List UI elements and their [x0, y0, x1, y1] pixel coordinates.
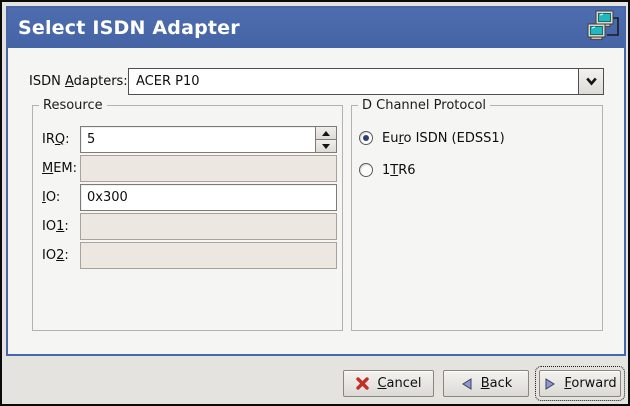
io1-row: IO1:	[42, 213, 337, 240]
radio-button-icon[interactable]	[359, 163, 373, 177]
resource-group: Resource IRQ: MEM: IO: IO1:	[32, 105, 343, 331]
d-channel-protocol-group: D Channel Protocol Euro ISDN (EDSS1) 1TR…	[351, 105, 603, 331]
dialog-content-frame: Select ISDN Adapter ISDN Adapters: ACER …	[6, 6, 626, 356]
d-channel-group-title: D Channel Protocol	[358, 97, 490, 114]
dialog-header: Select ISDN Adapter	[8, 8, 624, 48]
isdn-adapters-label: ISDN Adapters:	[29, 68, 128, 95]
io-label: IO:	[42, 190, 80, 205]
forward-button-label: Forward	[564, 376, 616, 391]
combobox-selected-value[interactable]: ACER P10	[128, 68, 578, 95]
dialog-window: Select ISDN Adapter ISDN Adapters: ACER …	[0, 0, 630, 406]
irq-spinbutton-input[interactable]	[80, 126, 316, 153]
isdn-adapter-combobox[interactable]: ACER P10	[128, 68, 604, 95]
io2-input	[80, 242, 337, 269]
mem-row: MEM:	[42, 155, 337, 182]
radio-button-icon[interactable]	[359, 131, 373, 145]
io2-row: IO2:	[42, 242, 337, 269]
combobox-dropdown-button[interactable]	[578, 68, 604, 95]
radio-option-1tr6[interactable]: 1TR6	[359, 161, 416, 179]
back-button-label: Back	[481, 376, 513, 391]
spin-down-button[interactable]	[316, 140, 337, 153]
cancel-button-label: Cancel	[377, 376, 421, 391]
network-computers-icon	[585, 9, 621, 47]
radio-label: Euro ISDN (EDSS1)	[382, 131, 505, 146]
spin-up-button[interactable]	[316, 126, 337, 140]
cancel-button[interactable]: Cancel	[343, 370, 434, 397]
cancel-x-icon	[355, 376, 370, 391]
mem-input	[80, 155, 337, 182]
arrow-right-icon	[543, 377, 557, 391]
mem-label: MEM:	[42, 161, 80, 176]
irq-spinner	[316, 126, 337, 153]
resource-group-title: Resource	[39, 97, 107, 114]
arrow-up-icon	[322, 131, 330, 136]
radio-option-euro-isdn[interactable]: Euro ISDN (EDSS1)	[359, 129, 505, 147]
irq-label: IRQ:	[42, 132, 80, 147]
irq-row: IRQ:	[42, 126, 337, 153]
arrow-left-icon	[460, 377, 474, 391]
back-button[interactable]: Back	[443, 370, 529, 397]
io-input[interactable]	[80, 184, 337, 211]
io2-label: IO2:	[42, 248, 80, 263]
forward-button[interactable]: Forward	[539, 370, 621, 397]
io1-label: IO1:	[42, 219, 80, 234]
page-title: Select ISDN Adapter	[8, 17, 240, 39]
arrow-down-icon	[322, 144, 330, 149]
radio-label: 1TR6	[382, 163, 416, 178]
io1-input	[80, 213, 337, 240]
io-row: IO:	[42, 184, 337, 211]
chevron-down-icon	[585, 77, 598, 86]
